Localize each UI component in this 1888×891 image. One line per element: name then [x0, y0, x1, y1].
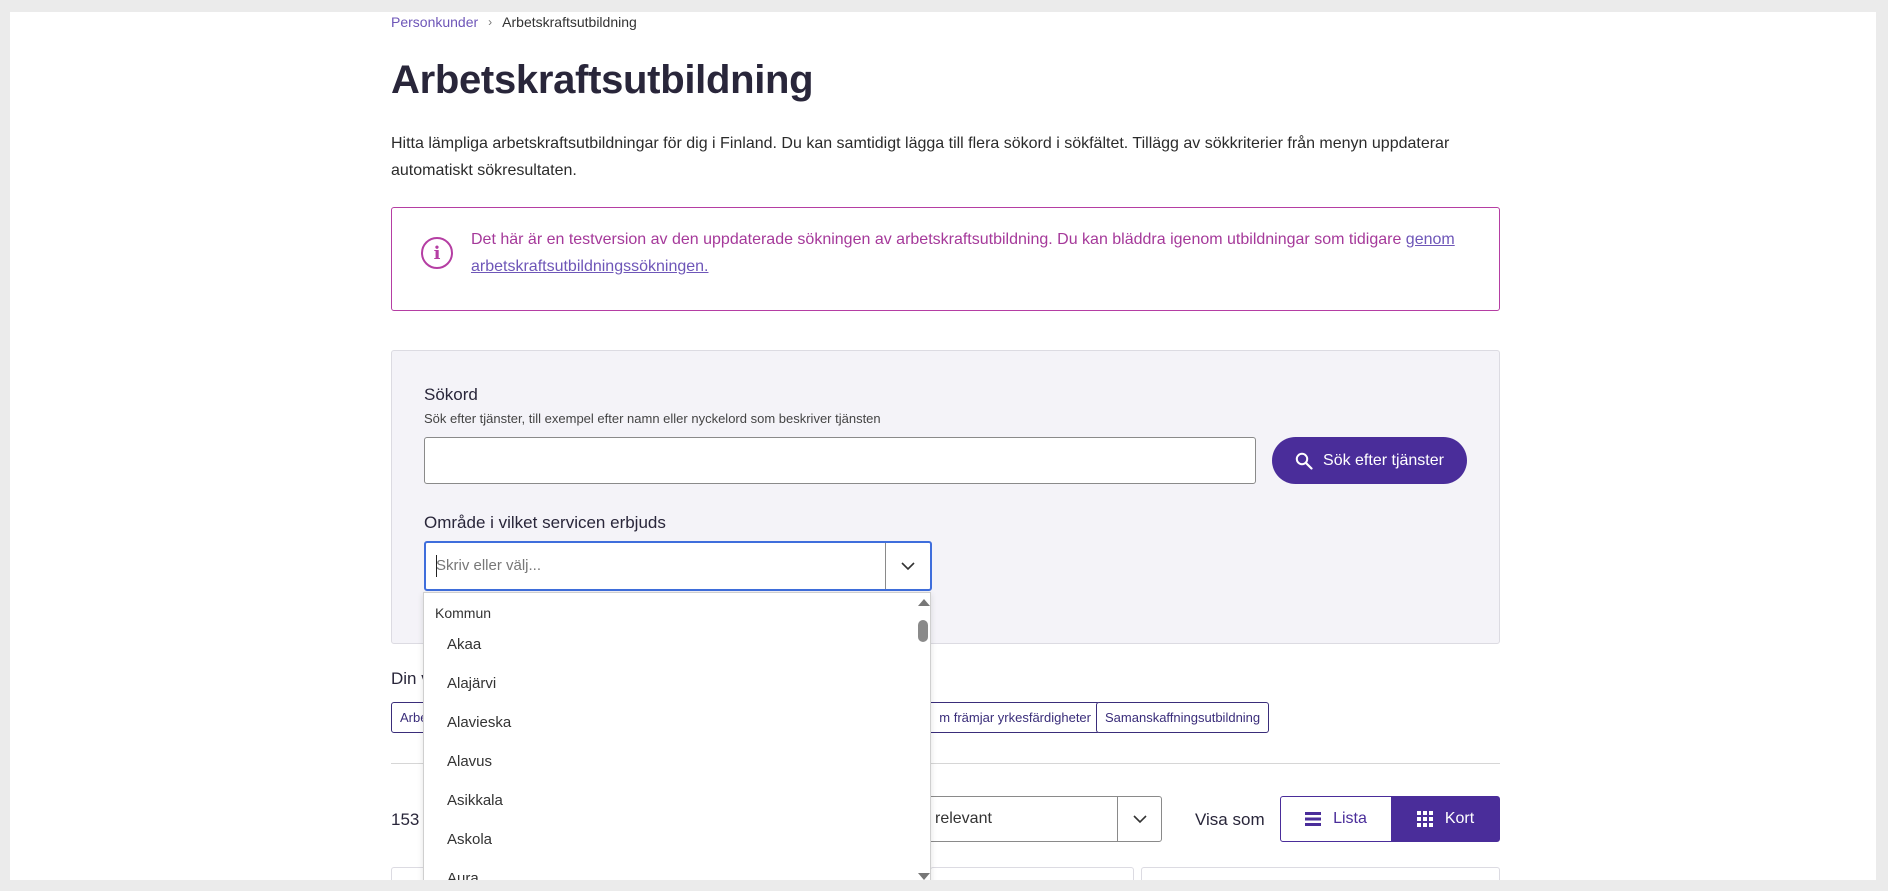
dropdown-option[interactable]: Asikkala [447, 792, 503, 809]
scroll-up-arrow-icon[interactable] [918, 599, 930, 606]
breadcrumb-link-personkunder[interactable]: Personkunder [391, 14, 478, 30]
dropdown-group-label: Kommun [435, 605, 492, 621]
search-button-label: Sök efter tjänster [1323, 451, 1444, 469]
sort-select[interactable]: relevant [910, 796, 1162, 842]
keyword-input[interactable] [424, 437, 1256, 484]
view-list-label: Lista [1333, 810, 1367, 827]
view-cards-button[interactable]: Kort [1391, 796, 1500, 842]
scrollbar-thumb[interactable] [918, 620, 928, 642]
area-dropdown-toggle[interactable] [885, 543, 930, 589]
notice-message: Det här är en testversion av den uppdate… [471, 231, 1406, 248]
intro-text: Hitta lämpliga arbetskraftsutbildningar … [391, 135, 1450, 179]
list-icon [1305, 812, 1322, 826]
scroll-down-arrow-icon[interactable] [918, 873, 930, 880]
area-combobox[interactable]: Skriv eller välj... [424, 541, 932, 591]
breadcrumb-separator: › [488, 15, 493, 29]
breadcrumb: Personkunder › Arbetskraftsutbildning [391, 14, 637, 30]
keyword-hint: Sök efter tjänster, till exempel efter n… [424, 411, 881, 426]
selection-chip[interactable]: Samanskaffningsutbildning [1096, 702, 1270, 733]
notice-text: Det här är en testversion av den uppdate… [471, 226, 1471, 280]
sort-select-value: relevant [935, 810, 992, 827]
info-icon: i [421, 237, 453, 269]
dropdown-option[interactable]: Akaa [447, 636, 481, 653]
keyword-label: Sökord [424, 385, 478, 404]
grid-icon [1416, 811, 1433, 827]
view-label: Visa som [1195, 810, 1265, 829]
search-icon [1295, 452, 1313, 470]
sort-dropdown-toggle[interactable] [1117, 797, 1162, 841]
notice-box: i Det här är en testversion av den uppda… [391, 207, 1500, 311]
result-card[interactable] [1141, 867, 1500, 880]
chevron-down-icon [1132, 814, 1147, 823]
result-card[interactable] [930, 867, 1134, 880]
breadcrumb-current: Arbetskraftsutbildning [502, 14, 637, 30]
view-list-button[interactable]: Lista [1280, 796, 1392, 842]
page-title: Arbetskraftsutbildning [391, 58, 814, 102]
selection-chip[interactable]: m främjar yrkesfärdigheter [924, 702, 1100, 733]
dropdown-option[interactable]: Aura [447, 870, 479, 880]
dropdown-option[interactable]: Alavus [447, 753, 492, 770]
dropdown-option[interactable]: Askola [447, 831, 492, 848]
page: Personkunder › Arbetskraftsutbildning Ar… [10, 12, 1876, 880]
dropdown-option[interactable]: Alavieska [447, 714, 511, 731]
area-dropdown-list: Kommun Akaa Alajärvi Alavieska Alavus As… [423, 592, 931, 880]
text-cursor [436, 555, 437, 577]
view-cards-label: Kort [1444, 810, 1475, 827]
search-button[interactable]: Sök efter tjänster [1272, 437, 1467, 484]
dropdown-option[interactable]: Alajärvi [447, 675, 496, 692]
area-input-placeholder[interactable]: Skriv eller välj... [436, 557, 541, 574]
chevron-down-icon [900, 561, 915, 570]
area-label: Område i vilket servicen erbjuds [424, 513, 666, 532]
